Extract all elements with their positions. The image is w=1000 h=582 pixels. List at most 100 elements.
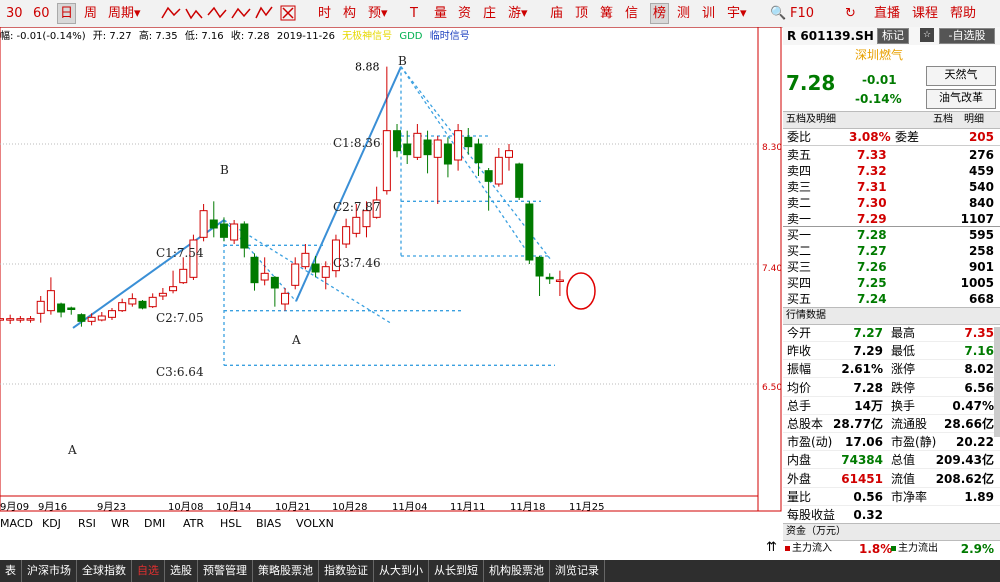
bids-volume: 595 [968,228,994,242]
toolbar-item-6[interactable]: 构 [343,4,356,23]
asks-row[interactable]: 卖四 7.32 459 [783,163,1000,179]
toolbar-item-2[interactable]: 日 [57,3,77,24]
x-tick: 9月23 [97,502,127,513]
toolbar-item-11[interactable]: 庄 [483,4,496,23]
candle [107,307,116,320]
toolbar-item-10[interactable]: 资 [458,4,471,23]
toolbar-item-3[interactable]: 周 [84,4,97,23]
concept-tag-gas[interactable]: 天然气 [926,66,996,86]
asks-price: 7.32 [857,164,887,178]
concept-tag-oil-reform[interactable]: 油气改革 [926,89,996,109]
indicator-tab-hsl[interactable]: HSL [220,517,241,530]
bids-price: 7.25 [857,276,887,290]
chart-annotation-0: 8.88 [355,61,380,74]
toolbar-item-16[interactable]: 信 [625,4,638,23]
fund-in-value: 1.8% [859,542,893,556]
candle [301,244,310,270]
bottom-tab-6[interactable]: 策略股票池 [253,560,319,582]
toolbar-item-7[interactable]: 预▾ [368,4,388,23]
bids-volume: 901 [968,260,994,274]
quote-value: 7.28 [853,380,883,395]
toolbar-item-12[interactable]: 游▾ [508,4,528,23]
bottom-tab-0[interactable]: 表 [0,560,22,582]
toolbar-item-21[interactable]: F10 [790,4,814,23]
indicator-tab-macd[interactable]: MACD [0,517,33,530]
toolbar-item-5[interactable]: 时 [318,4,331,23]
toolbar-item-20[interactable]: 宇▾ [727,4,747,23]
tab-five-levels[interactable]: 五档 [933,112,953,128]
bids-row[interactable]: 买五 7.24 668 [783,291,1000,307]
chart-annotation-2: B [220,163,229,177]
bids-row[interactable]: 买四 7.25 1005 [783,275,1000,291]
asks-label: 卖五 [787,148,812,162]
kline-chart[interactable]: 8.88 B B A A C1:8.36 C2:7.87 C3:7.46 C1:7.54 C2:7… [0,27,782,512]
toolbar-item-13[interactable]: 庙 [550,4,563,23]
stock-price: 7.28 [786,71,836,95]
toolbar-item-19[interactable]: 训 [702,4,715,23]
toolbar-item-14[interactable]: 顶 [575,4,588,23]
candle [240,221,249,258]
bottom-tab-5[interactable]: 预警管理 [198,560,253,582]
indicator-tab-rsi[interactable]: RSI [78,517,96,530]
quote-value: 17.06 [845,435,883,450]
quote-data-title: 行情数据 [786,310,826,321]
candle [545,273,554,284]
star-icon[interactable]: ☆ [920,28,934,42]
asks-row[interactable]: 卖三 7.31 540 [783,179,1000,195]
bottom-tab-2[interactable]: 全球指数 [77,560,132,582]
quote-row: 总手 14万 换手 0.47% [783,398,1000,415]
bottom-tab-8[interactable]: 从大到小 [374,560,429,582]
asks-row[interactable]: 卖一 7.29 1107 [783,211,1000,227]
bottom-tab-7[interactable]: 指数验证 [319,560,374,582]
toolbar-item-4[interactable]: 周期▾ [108,4,141,23]
toolbar-item-23[interactable]: 课程 [912,4,938,23]
candle [46,277,55,315]
toolbar-item-0[interactable]: 30 [6,4,23,23]
candle [413,124,422,161]
tab-details[interactable]: 明细 [964,112,984,128]
bottom-tab-3[interactable]: 自选 [132,560,165,582]
bids-volume: 668 [968,292,994,306]
search-icon[interactable]: 🔍 [770,4,786,23]
toolbar-item-15[interactable]: 篝 [600,4,613,23]
mark-button[interactable]: 标记 [877,28,909,44]
toolbar-item-22[interactable]: 直播 [874,4,900,23]
indicator-tab-wr[interactable]: WR [111,517,130,530]
bottom-tab-1[interactable]: 沪深市场 [22,560,77,582]
kline-svg[interactable]: 8.88 B B A A C1:8.36 C2:7.87 C3:7.46 C1:7.54 C2:7… [0,27,782,512]
bids-row[interactable]: 买一 7.28 595 [783,227,1000,243]
candle [535,256,544,296]
order-ratio-label: 委比 [787,130,812,144]
toolbar-item-17[interactable]: 榜 [650,3,670,24]
bottom-tab-10[interactable]: 机构股票池 [484,560,550,582]
scroll-top-icon[interactable]: ⇈ [766,540,777,555]
toolbar-item-1[interactable]: 60 [33,4,50,23]
toolbar-item-9[interactable]: 量 [434,4,447,23]
indicator-tab-kdj[interactable]: KDJ [42,517,61,530]
asks-row[interactable]: 卖二 7.30 840 [783,195,1000,211]
bottom-tab-9[interactable]: 从长到短 [429,560,484,582]
toolbar-item-18[interactable]: 测 [677,4,690,23]
toolbar-item-24[interactable]: 帮助 [950,4,976,23]
bids-row[interactable]: 买二 7.27 258 [783,243,1000,259]
bids-row[interactable]: 买三 7.26 901 [783,259,1000,275]
indicator-tab-bias[interactable]: BIAS [256,517,281,530]
watchlist-button[interactable]: -自选股 [939,28,995,44]
toolbar-item-8[interactable]: T [410,4,418,23]
bottom-tab-4[interactable]: 选股 [165,560,198,582]
asks-volume: 276 [968,148,994,162]
panel-scrollbar[interactable] [994,327,1000,437]
indicator-tab-volxn[interactable]: VOLXN [296,517,334,530]
refresh-icon[interactable]: ↻ [845,4,856,23]
quote-label: 换手 [891,398,916,413]
indicator-tab-atr[interactable]: ATR [183,517,204,530]
quote-label: 市净率 [891,489,928,504]
asks-row[interactable]: 卖五 7.33 276 [783,147,1000,163]
candle [97,311,106,322]
draw-tools-icons[interactable] [160,3,310,25]
candle [179,257,188,284]
asks-label: 卖二 [787,196,812,210]
indicator-tab-dmi[interactable]: DMI [144,517,165,530]
x-tick: 10月28 [332,502,368,513]
bottom-tab-11[interactable]: 浏览记录 [550,560,605,582]
